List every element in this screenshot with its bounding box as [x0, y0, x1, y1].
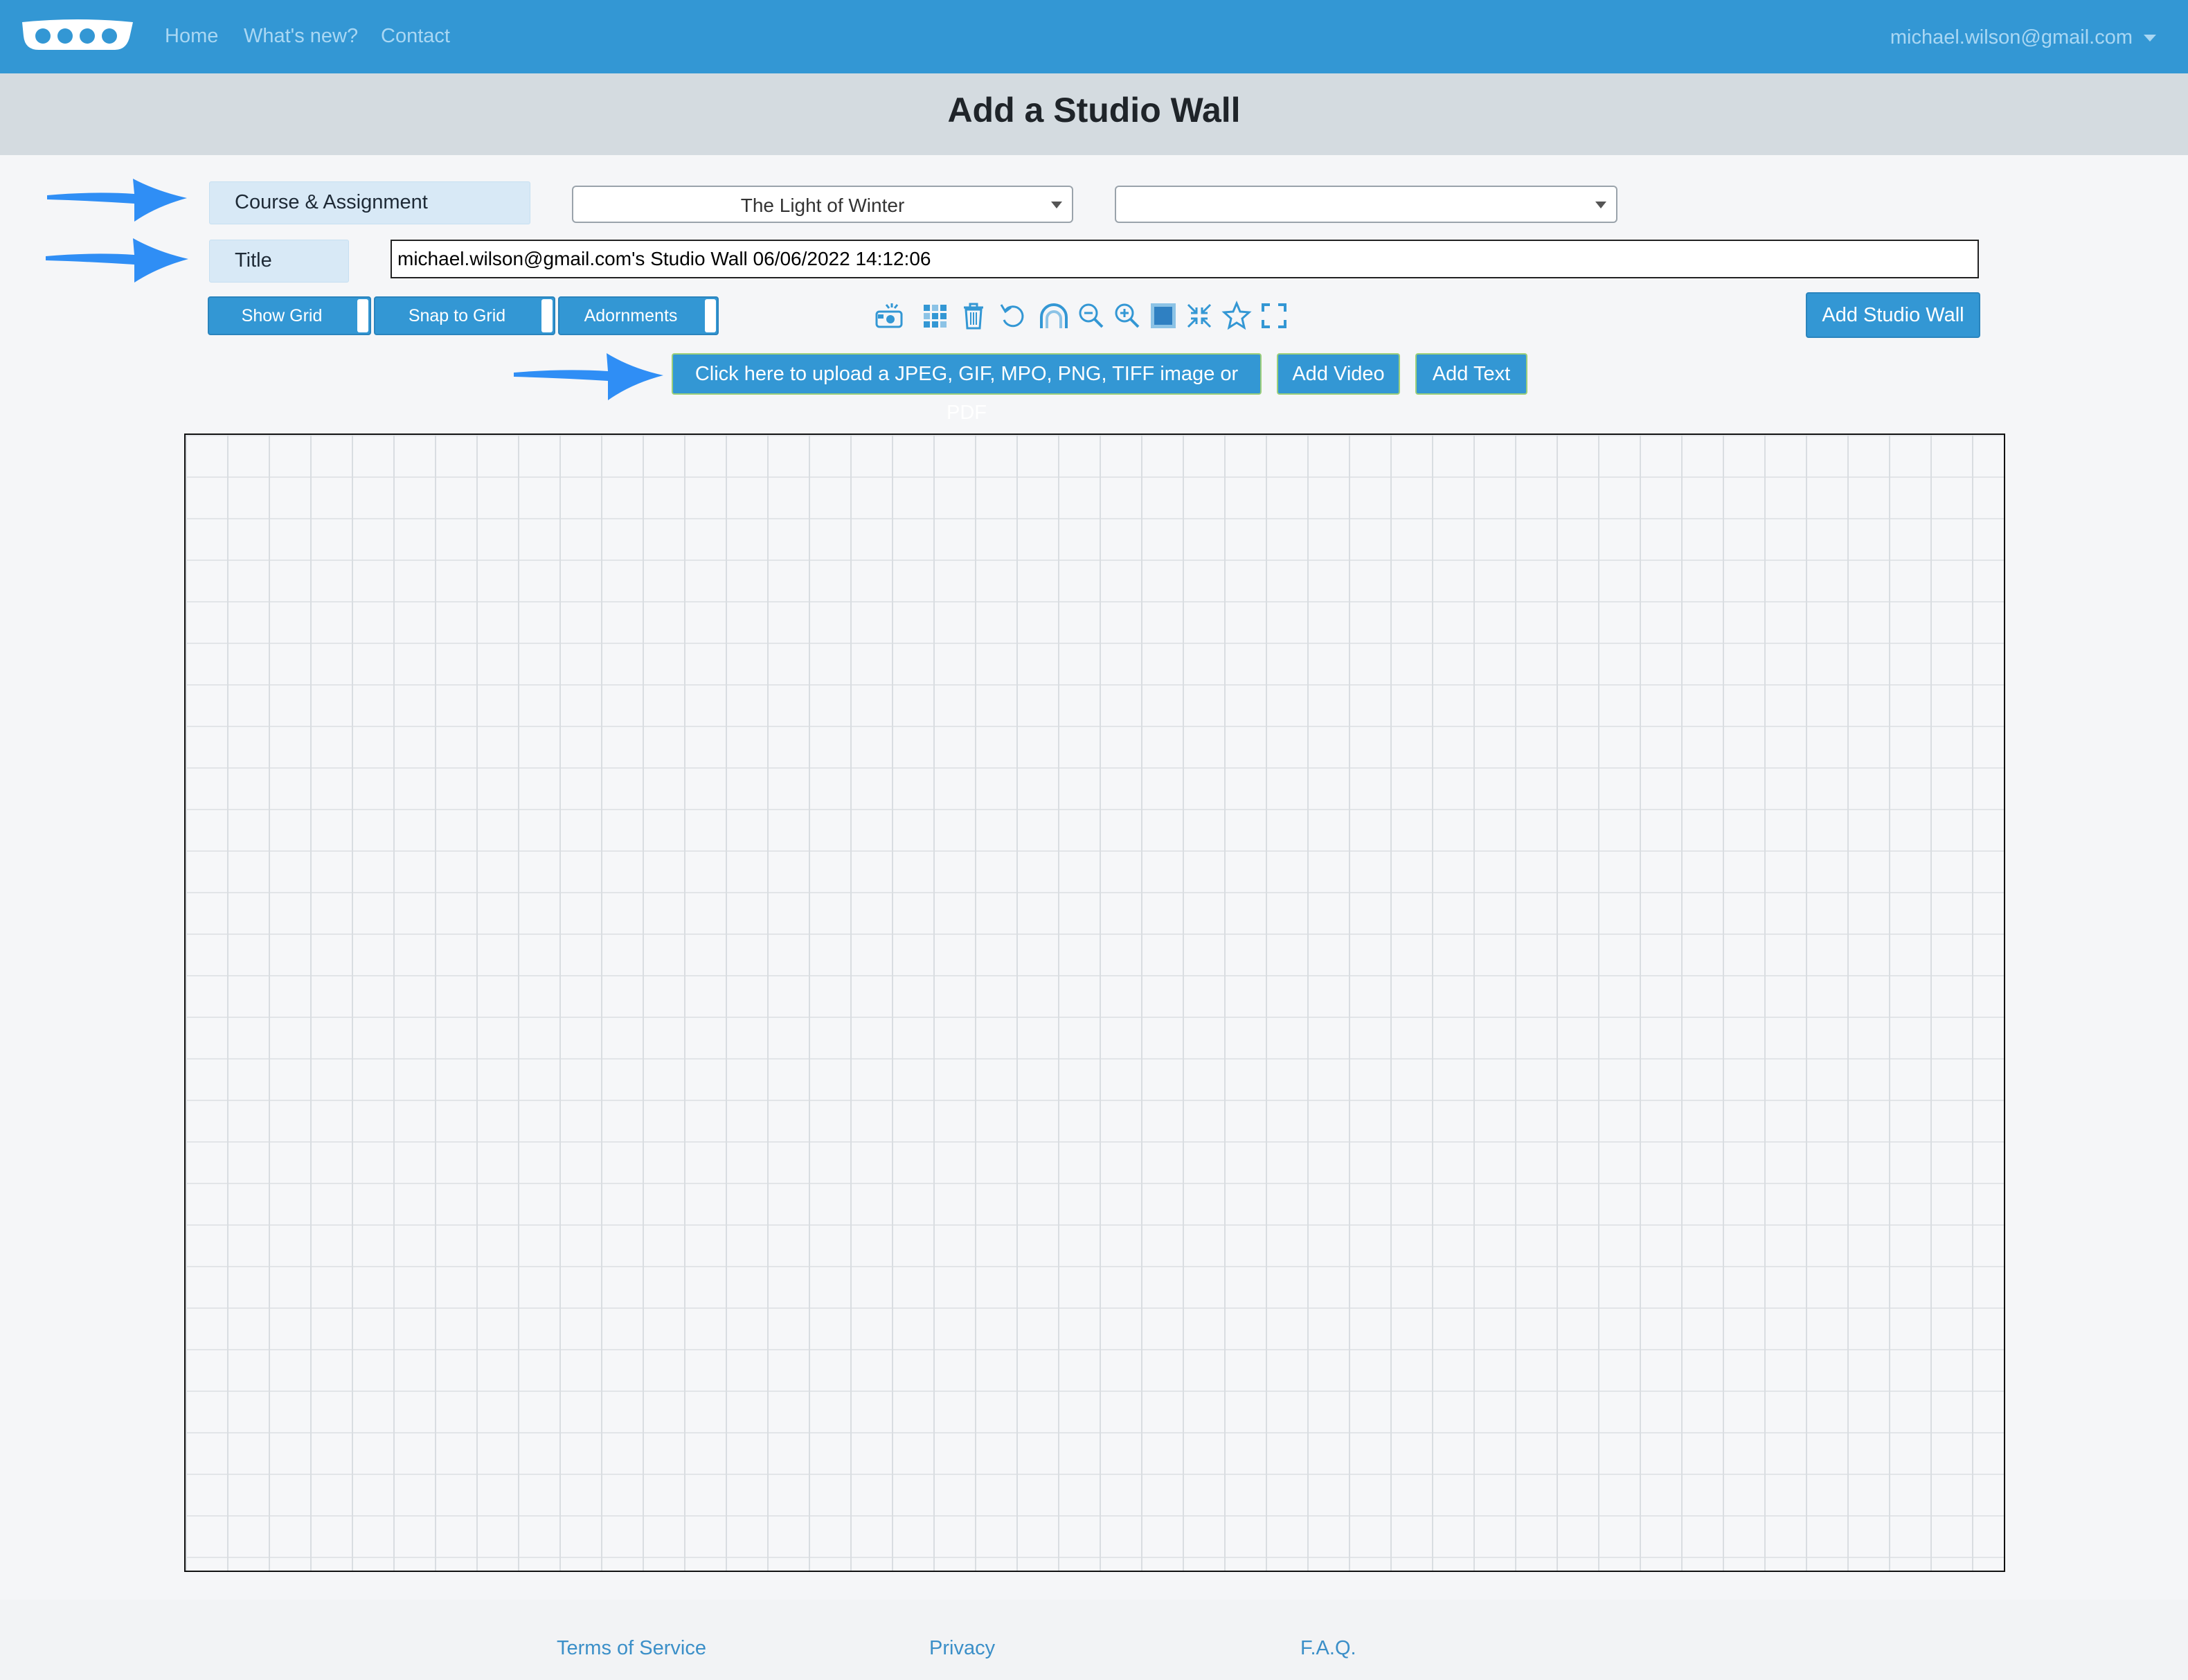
snap-to-grid-toggle[interactable]: Snap to Grid	[374, 296, 555, 335]
toggle-knob	[541, 299, 553, 332]
shrink-icon[interactable]	[1184, 301, 1214, 331]
expand-icon[interactable]	[1259, 301, 1289, 331]
grid-pattern-icon[interactable]	[920, 301, 950, 331]
zoom-out-icon[interactable]	[1076, 301, 1106, 331]
chevron-down-icon	[1051, 202, 1062, 208]
nav-home-link[interactable]: Home	[165, 24, 218, 48]
page-title: Add a Studio Wall	[947, 91, 1241, 129]
show-grid-label: Show Grid	[241, 306, 323, 325]
terms-of-service-link[interactable]: Terms of Service	[557, 1636, 706, 1661]
privacy-link[interactable]: Privacy	[929, 1636, 995, 1661]
annotation-arrow-icon	[47, 179, 187, 222]
chevron-down-icon	[2144, 35, 2156, 42]
chevron-down-icon	[1595, 202, 1606, 208]
assignment-select[interactable]	[1115, 186, 1617, 223]
annotation-arrow-icon	[46, 238, 188, 283]
upload-image-button[interactable]: Click here to upload a JPEG, GIF, MPO, P…	[672, 353, 1262, 424]
faq-link[interactable]: F.A.Q.	[1300, 1636, 1356, 1661]
adornments-label: Adornments	[584, 306, 678, 325]
course-select[interactable]: The Light of Winter	[572, 186, 1073, 223]
studio-wall-canvas[interactable]	[184, 434, 2005, 1572]
adornments-toggle[interactable]: Adornments	[558, 296, 719, 335]
page-header: Add a Studio Wall	[0, 73, 2188, 155]
top-navbar: Home What's new? Contact michael.wilson@…	[0, 0, 2188, 73]
camera-icon[interactable]	[874, 301, 904, 331]
add-studio-wall-button[interactable]: Add Studio Wall	[1806, 292, 1980, 338]
add-text-button[interactable]: Add Text	[1415, 353, 1527, 395]
star-icon[interactable]	[1221, 301, 1252, 331]
show-grid-toggle[interactable]: Show Grid	[208, 296, 371, 335]
site-logo[interactable]	[18, 15, 137, 54]
snap-to-grid-label: Snap to Grid	[408, 306, 506, 325]
trash-icon[interactable]	[958, 301, 989, 331]
undo-icon[interactable]	[997, 301, 1028, 331]
arch-icon[interactable]	[1039, 301, 1069, 331]
user-email: michael.wilson@gmail.com	[1890, 26, 2133, 48]
course-assignment-label: Course & Assignment	[209, 181, 530, 224]
title-input[interactable]	[391, 240, 1979, 278]
toggle-knob	[705, 299, 716, 332]
add-video-button[interactable]: Add Video	[1277, 353, 1400, 395]
course-select-value: The Light of Winter	[740, 195, 905, 216]
annotation-arrow-icon	[514, 353, 663, 400]
zoom-in-icon[interactable]	[1112, 301, 1142, 331]
title-label: Title	[209, 240, 349, 283]
toggle-knob	[357, 299, 368, 332]
footer: Terms of Service Privacy F.A.Q.	[0, 1600, 2188, 1680]
user-account-menu[interactable]: michael.wilson@gmail.com	[1890, 25, 2156, 50]
nav-whats-new-link[interactable]: What's new?	[244, 24, 358, 48]
fill-square-icon[interactable]	[1148, 301, 1178, 331]
nav-contact-link[interactable]: Contact	[381, 24, 450, 48]
